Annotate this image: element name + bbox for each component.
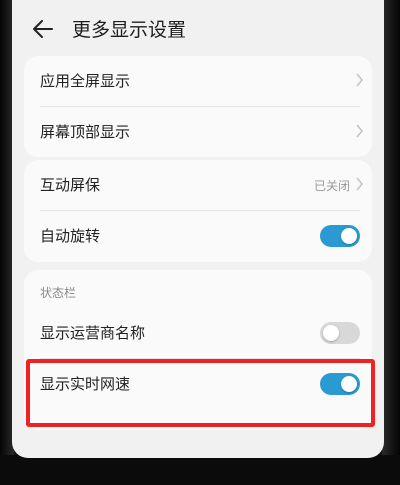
list-item-network-speed: 显示实时网速 — [24, 359, 372, 409]
chevron-right-icon — [356, 124, 364, 138]
device-bezel-right — [382, 0, 400, 485]
list-item-interactive-screensaver[interactable]: 互动屏保 已关闭 — [24, 160, 372, 210]
screen-options-card: 互动屏保 已关闭 自动旋转 — [24, 160, 372, 262]
app-bar: 更多显示设置 — [12, 0, 384, 56]
list-item-label: 屏幕顶部显示 — [40, 123, 131, 141]
toggle-knob — [323, 325, 339, 341]
network-speed-toggle[interactable] — [320, 373, 360, 395]
auto-rotate-toggle[interactable] — [320, 225, 360, 247]
section-header: 状态栏 — [40, 286, 77, 300]
list-item-label: 互动屏保 — [40, 176, 101, 194]
chevron-right-icon — [356, 73, 364, 87]
list-item-label: 显示实时网速 — [40, 375, 131, 393]
toggle-knob — [341, 228, 357, 244]
chevron-right-icon — [356, 177, 364, 191]
display-options-card: 应用全屏显示 屏幕顶部显示 — [24, 56, 372, 157]
list-item-label: 应用全屏显示 — [40, 72, 131, 90]
list-item-show-carrier: 显示运营商名称 — [24, 308, 372, 358]
device-bezel-bottom — [0, 455, 400, 485]
phone-screen: 更多显示设置 应用全屏显示 屏幕顶部显示 互动屏保 已关闭 自动旋转 状态栏 显… — [12, 0, 384, 458]
page-title: 更多显示设置 — [72, 19, 187, 41]
list-item-label: 自动旋转 — [40, 227, 101, 245]
arrow-left-icon[interactable] — [32, 18, 54, 40]
carrier-name-toggle[interactable] — [320, 322, 360, 344]
screensaver-status: 已关闭 — [313, 179, 350, 193]
list-item-top-display[interactable]: 屏幕顶部显示 — [24, 107, 372, 157]
toggle-knob — [341, 376, 357, 392]
list-item-auto-rotate: 自动旋转 — [24, 211, 372, 261]
status-bar-card: 状态栏 显示运营商名称 显示实时网速 — [24, 270, 372, 430]
list-item-label: 显示运营商名称 — [40, 324, 146, 342]
list-item-fullscreen-apps[interactable]: 应用全屏显示 — [24, 56, 372, 106]
